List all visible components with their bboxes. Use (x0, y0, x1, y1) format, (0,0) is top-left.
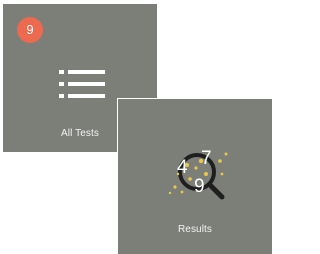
dashboard-tiles: 9 All Tests 4 7 9 Results (0, 0, 272, 254)
list-icon (59, 70, 105, 98)
result-number-7: 7 (201, 148, 212, 169)
results-tile[interactable]: 4 7 9 Results (118, 99, 272, 254)
results-label: Results (177, 224, 213, 235)
magnifier-numbers-icon: 4 7 9 (168, 148, 228, 200)
result-number-4: 4 (177, 157, 188, 178)
notification-badge: 9 (17, 17, 43, 43)
result-number-9: 9 (194, 176, 205, 197)
